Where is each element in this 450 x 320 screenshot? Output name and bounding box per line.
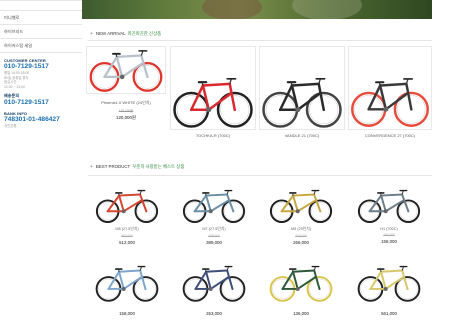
product-name[interactable]: CONVERGENCE 27 (700C) xyxy=(348,133,432,138)
plus-icon: + xyxy=(90,164,93,170)
section-title-en: BEST PRODUCT xyxy=(95,164,131,169)
side-menu-item-custom-sale[interactable]: 하이커스텀 세일 xyxy=(0,39,82,53)
customer-center-phone: 010-7129-1517 xyxy=(4,63,49,70)
product-price: 263,000 xyxy=(206,311,222,316)
best-product-item[interactable]: 158,000 xyxy=(88,263,166,316)
new-arrival-item[interactable]: Phoenix1.0 WHITE (24인치) 139,000원 120,000… xyxy=(84,46,168,121)
product-price: 120,000원 xyxy=(116,115,136,120)
product-old-price: 376,000 xyxy=(295,234,307,238)
section-title-ko: 따끈따끈한 신상품 xyxy=(127,31,162,36)
divider xyxy=(88,175,432,176)
product-name[interactable]: VANDLE 21 (700C) xyxy=(259,133,345,138)
product-image[interactable] xyxy=(268,263,334,303)
product-price: 158,000 xyxy=(119,311,135,316)
side-menu-item-hybrid[interactable]: 하이브리드 xyxy=(0,25,82,39)
product-image[interactable] xyxy=(94,188,160,224)
product-name[interactable]: TOCHKA-R (700C) xyxy=(170,133,256,138)
product-old-price: 139,000원 xyxy=(118,109,134,113)
best-product-heading: + BEST PRODUCT 꾸준히 사랑받는 베스트 상품 xyxy=(90,164,184,170)
sidebar: 미니벨로 하이브리드 하이커스텀 세일 CUSTOMER CENTER 010-… xyxy=(0,0,82,320)
product-name[interactable]: H1 (700C) xyxy=(350,227,428,231)
product-image[interactable] xyxy=(356,263,422,303)
best-product-item[interactable]: M5 (29인치) 376,000 266,000 xyxy=(262,188,340,245)
product-old-price: 197,000 xyxy=(383,233,395,237)
hours-line: 12:00 ~ 13:00 xyxy=(4,84,25,89)
product-image[interactable] xyxy=(86,46,166,94)
product-name[interactable]: M7 (27.5인치) xyxy=(175,227,253,232)
product-name[interactable]: M5 (29인치) xyxy=(262,227,340,232)
product-price: 512,000 xyxy=(119,240,135,245)
product-price: 136,000 xyxy=(293,311,309,316)
contact-info: CUSTOMER CENTER 010-7129-1517 평일 10:00-1… xyxy=(0,53,82,129)
section-title-ko: 꾸준히 사랑받는 베스트 상품 xyxy=(132,164,185,169)
product-image[interactable] xyxy=(348,46,432,130)
new-arrival-heading: + NEW ARRIVAL 따끈따끈한 신상품 xyxy=(90,31,161,37)
side-menu-item[interactable] xyxy=(0,1,82,11)
return-phone: 010-7129-1517 xyxy=(4,99,49,107)
divider xyxy=(88,40,432,41)
product-image[interactable] xyxy=(181,263,247,303)
new-arrival-item[interactable]: VANDLE 21 (700C) xyxy=(259,46,345,138)
best-product-item[interactable]: 136,000 xyxy=(262,263,340,316)
product-image[interactable] xyxy=(170,46,256,130)
product-image[interactable] xyxy=(268,188,334,224)
best-product-item[interactable]: M7 (27.5인치) 408,000 389,000 xyxy=(175,188,253,245)
product-old-price: 693,000 xyxy=(121,234,133,238)
product-old-price: 408,000 xyxy=(208,234,220,238)
product-price: 561,000 xyxy=(381,311,397,316)
product-image[interactable] xyxy=(259,46,345,130)
product-name[interactable]: M8 (27.5인치) xyxy=(88,227,166,232)
product-name[interactable]: Phoenix1.0 WHITE (24인치) xyxy=(84,100,168,106)
new-arrival-item[interactable]: CONVERGENCE 27 (700C) xyxy=(348,46,432,138)
product-price: 158,000 xyxy=(381,239,397,244)
best-product-item[interactable]: H1 (700C) 197,000 158,000 xyxy=(350,188,428,244)
product-price: 266,000 xyxy=(293,240,309,245)
product-image[interactable] xyxy=(356,188,422,224)
top-banner-image[interactable] xyxy=(82,0,432,19)
product-image[interactable] xyxy=(181,188,247,224)
best-product-item[interactable]: 561,000 xyxy=(350,263,428,316)
product-price: 389,000 xyxy=(206,240,222,245)
bank-holder: 국민은행 xyxy=(4,124,17,129)
side-menu: 미니벨로 하이브리드 하이커스텀 세일 xyxy=(0,0,82,53)
new-arrival-item[interactable]: TOCHKA-R (700C) xyxy=(170,46,256,138)
product-image[interactable] xyxy=(94,263,160,303)
plus-icon: + xyxy=(90,31,93,37)
side-menu-item-minivelo[interactable]: 미니벨로 xyxy=(0,11,82,25)
section-title-en: NEW ARRIVAL xyxy=(95,31,126,36)
best-product-item[interactable]: 263,000 xyxy=(175,263,253,316)
best-product-item[interactable]: M8 (27.5인치) 693,000 512,000 xyxy=(88,188,166,245)
